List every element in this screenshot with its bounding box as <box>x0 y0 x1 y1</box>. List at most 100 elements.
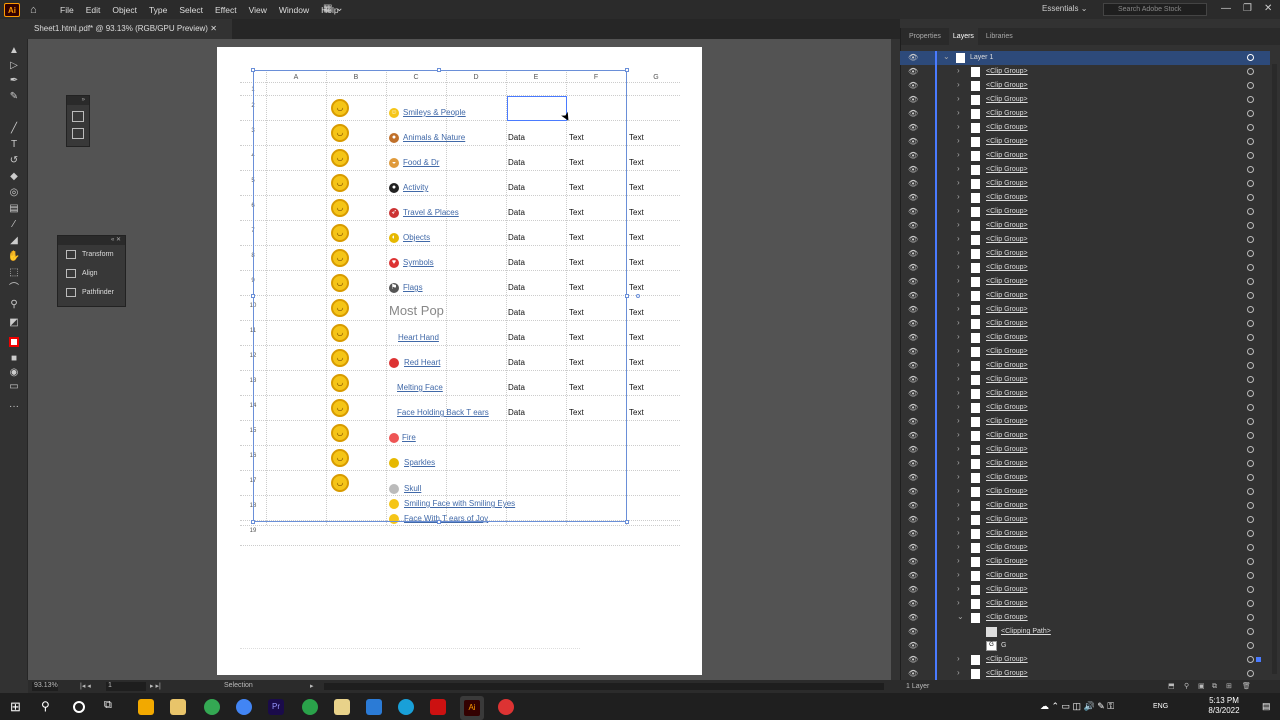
tray-icons[interactable]: ☁ ⌃ ▭ ◫ 🔊 ✎ ⚿ <box>1040 701 1114 712</box>
target-circle-icon[interactable] <box>1247 432 1254 439</box>
menu-edit[interactable]: Edit <box>86 5 101 15</box>
visibility-eye-icon[interactable]: 👁 <box>908 95 918 104</box>
layer-row[interactable]: 👁 › <Clip Group> <box>900 107 1270 121</box>
expand-chevron-icon[interactable]: › <box>957 318 960 327</box>
layer-row[interactable]: 👁 › <Clip Group> <box>900 65 1270 79</box>
expand-chevron-icon[interactable]: › <box>957 472 960 481</box>
layer-row[interactable]: 👁 › <Clip Group> <box>900 79 1270 93</box>
visibility-eye-icon[interactable]: 👁 <box>908 179 918 188</box>
layer-row[interactable]: 👁 › <Clip Group> <box>900 653 1270 667</box>
target-circle-icon[interactable] <box>1247 586 1254 593</box>
visibility-eye-icon[interactable]: 👁 <box>908 207 918 216</box>
target-circle-icon[interactable] <box>1247 348 1254 355</box>
screen-mode-icon[interactable]: ▭ <box>7 381 21 393</box>
visibility-eye-icon[interactable]: 👁 <box>908 529 918 538</box>
expand-chevron-icon[interactable]: › <box>957 584 960 593</box>
expand-chevron-icon[interactable]: › <box>957 374 960 383</box>
gradient-tool-icon[interactable]: ▤ <box>7 203 21 215</box>
visibility-eye-icon[interactable]: 👁 <box>908 137 918 146</box>
rotate-tool-icon[interactable]: ↺ <box>7 155 21 167</box>
expand-chevron-icon[interactable]: › <box>957 430 960 439</box>
visibility-eye-icon[interactable]: 👁 <box>908 655 918 664</box>
target-circle-icon[interactable] <box>1247 82 1254 89</box>
visibility-eye-icon[interactable]: 👁 <box>908 333 918 342</box>
target-circle-icon[interactable] <box>1247 600 1254 607</box>
visibility-eye-icon[interactable]: 👁 <box>908 445 918 454</box>
expand-chevron-icon[interactable]: › <box>957 668 960 677</box>
premiere-icon[interactable]: Pr <box>268 699 284 715</box>
direct-selection-tool-icon[interactable]: ▷ <box>7 60 21 72</box>
visibility-eye-icon[interactable]: 👁 <box>908 515 918 524</box>
visibility-eye-icon[interactable]: 👁 <box>908 389 918 398</box>
visibility-eye-icon[interactable]: 👁 <box>908 151 918 160</box>
target-circle-icon[interactable] <box>1247 558 1254 565</box>
menu-type[interactable]: Type <box>149 5 167 15</box>
language-indicator[interactable]: ENG <box>1153 703 1168 710</box>
selection-handle[interactable] <box>251 520 255 524</box>
curvature-tool-icon[interactable]: ✎ <box>7 91 21 103</box>
visibility-eye-icon[interactable]: 👁 <box>908 67 918 76</box>
target-circle-icon[interactable] <box>1247 194 1254 201</box>
target-circle-icon[interactable] <box>1247 264 1254 271</box>
visibility-eye-icon[interactable]: 👁 <box>908 375 918 384</box>
target-circle-icon[interactable] <box>1247 278 1254 285</box>
maximize-icon[interactable]: ❐ <box>1243 3 1252 14</box>
close-tab-icon[interactable]: ✕ <box>210 24 217 33</box>
panel-header[interactable]: » <box>67 96 89 105</box>
visibility-eye-icon[interactable]: 👁 <box>908 249 918 258</box>
chrome-profile-icon[interactable] <box>236 699 252 715</box>
target-circle-icon[interactable] <box>1247 670 1254 677</box>
layer-row[interactable]: 👁 › <Clip Group> <box>900 121 1270 135</box>
layer-row[interactable]: 👁 › <Clip Group> <box>900 569 1270 583</box>
visibility-eye-icon[interactable]: 👁 <box>908 277 918 286</box>
expand-chevron-icon[interactable]: › <box>957 136 960 145</box>
layer-row[interactable]: 👁 <Clipping Path> <box>900 625 1270 639</box>
selection-handle[interactable] <box>437 68 441 72</box>
menu-view[interactable]: View <box>249 5 267 15</box>
target-circle-icon[interactable] <box>1247 404 1254 411</box>
visibility-eye-icon[interactable]: 👁 <box>908 361 918 370</box>
more-tools-icon[interactable]: ··· <box>7 401 21 413</box>
layer-row[interactable]: 👁 › <Clip Group> <box>900 373 1270 387</box>
expand-chevron-icon[interactable]: › <box>957 402 960 411</box>
visibility-eye-icon[interactable]: 👁 <box>908 347 918 356</box>
target-circle-icon[interactable] <box>1247 306 1254 313</box>
visibility-eye-icon[interactable]: 👁 <box>908 543 918 552</box>
search-icon[interactable]: ⚲ <box>41 699 57 715</box>
visibility-eye-icon[interactable]: 👁 <box>908 571 918 580</box>
expand-chevron-icon[interactable]: ⌄ <box>957 612 964 621</box>
layer-row[interactable]: 👁 › <Clip Group> <box>900 261 1270 275</box>
target-circle-icon[interactable] <box>1247 320 1254 327</box>
artboard-nav-next[interactable]: ▸ ▸| <box>150 682 161 690</box>
expand-chevron-icon[interactable]: › <box>957 500 960 509</box>
layer-row[interactable]: 👁 › <Clip Group> <box>900 205 1270 219</box>
shape-builder-tool-icon[interactable]: ◎ <box>7 187 21 199</box>
selection-handle[interactable] <box>625 294 629 298</box>
layer-row[interactable]: 👁 › <Clip Group> <box>900 387 1270 401</box>
new-layer-icon[interactable]: ⊞ <box>1226 680 1232 693</box>
selection-handle[interactable] <box>625 68 629 72</box>
visibility-eye-icon[interactable]: 👁 <box>908 641 918 650</box>
task-view-icon[interactable]: ⧉ <box>104 699 120 715</box>
visibility-eye-icon[interactable]: 👁 <box>908 53 918 62</box>
target-circle-icon[interactable] <box>1247 152 1254 159</box>
arrange-documents-icon[interactable]: ▦ ⌄ <box>323 3 344 14</box>
expand-chevron-icon[interactable]: › <box>957 80 960 89</box>
expand-chevron-icon[interactable]: › <box>957 542 960 551</box>
target-circle-icon[interactable] <box>1247 516 1254 523</box>
expand-chevron-icon[interactable]: › <box>957 528 960 537</box>
visibility-eye-icon[interactable]: 👁 <box>908 585 918 594</box>
target-circle-icon[interactable] <box>1247 488 1254 495</box>
acrobat-icon[interactable] <box>430 699 446 715</box>
expand-chevron-icon[interactable]: › <box>957 66 960 75</box>
layer-row[interactable]: 👁 ⌄ <Clip Group> <box>900 611 1270 625</box>
document-tab[interactable]: Sheet1.html.pdf* @ 93.13% (RGB/GPU Previ… <box>28 19 232 39</box>
target-circle-icon[interactable] <box>1247 628 1254 635</box>
edge-icon[interactable] <box>398 699 414 715</box>
target-circle-icon[interactable] <box>1247 96 1254 103</box>
target-circle-icon[interactable] <box>1247 180 1254 187</box>
paintbrush-tool-icon[interactable]: ╱ <box>7 123 21 135</box>
notes-icon[interactable] <box>334 699 350 715</box>
pen-tool-icon[interactable]: ✒ <box>7 75 21 87</box>
expand-chevron-icon[interactable]: › <box>957 654 960 663</box>
